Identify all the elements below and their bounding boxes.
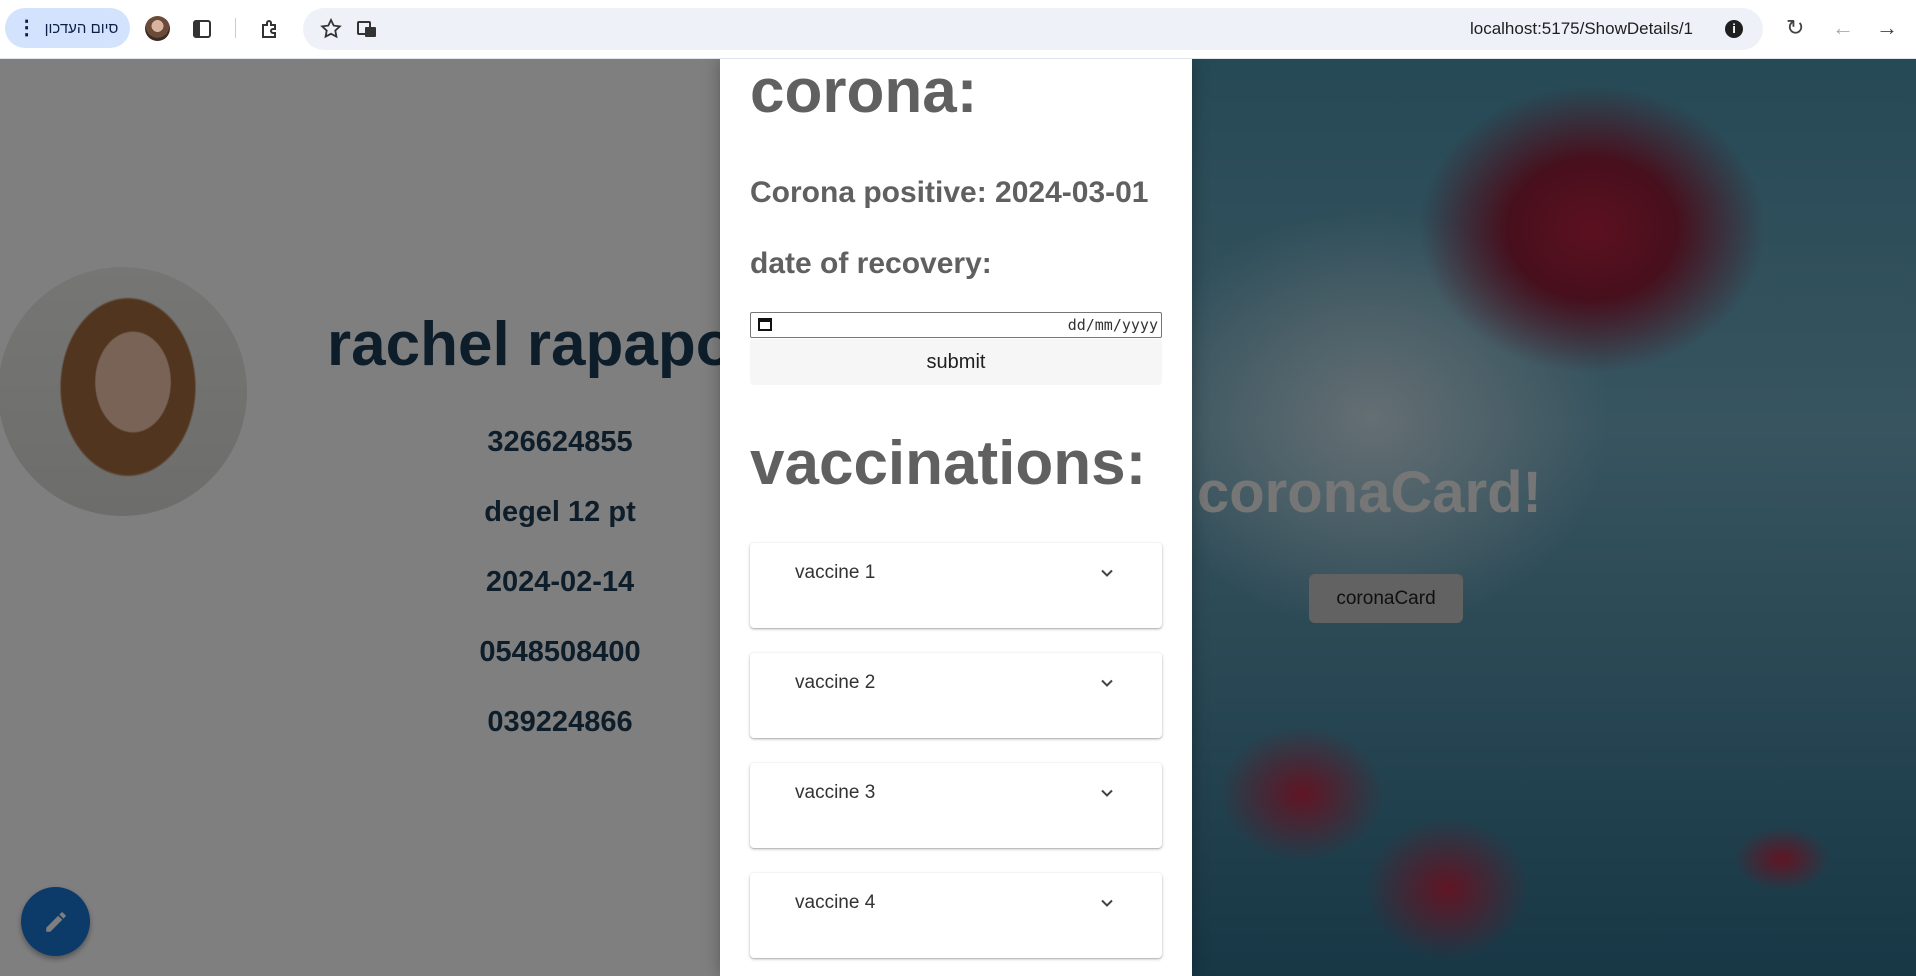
chevron-down-icon[interactable] [1100, 786, 1114, 800]
translate-icon[interactable] [355, 17, 379, 41]
toolbar-divider [235, 18, 236, 38]
bookmark-star-icon[interactable] [319, 17, 343, 41]
page-content: rachel rapapo 326624855 degel 12 pt 2024… [0, 59, 1916, 976]
profile-avatar-icon[interactable] [145, 16, 170, 41]
recovery-date-label: date of recovery: [750, 247, 992, 280]
chevron-down-icon[interactable] [1100, 676, 1114, 690]
corona-details-drawer: corona: Corona positive: 2024-03-01 date… [720, 59, 1192, 976]
vaccine-accordion-3[interactable]: vaccine 3 [750, 763, 1162, 848]
submit-button[interactable]: submit [750, 339, 1162, 385]
kebab-menu-icon: ⋮ [16, 17, 37, 39]
back-arrow-icon[interactable]: ← [1832, 16, 1854, 40]
update-button[interactable]: ⋮ סיום העדכון [5, 8, 130, 48]
browser-toolbar: ⋮ סיום העדכון localhost:5175/ShowDetails… [0, 0, 1916, 59]
recovery-date-input[interactable]: dd/mm/yyyy [750, 312, 1162, 338]
address-bar[interactable]: localhost:5175/ShowDetails/1 i [303, 8, 1763, 50]
site-info-icon[interactable]: i [1725, 20, 1743, 38]
calendar-icon[interactable] [758, 318, 772, 331]
chevron-down-icon[interactable] [1100, 896, 1114, 910]
vaccine-label: vaccine 2 [795, 672, 876, 693]
vaccine-accordion-1[interactable]: vaccine 1 [750, 543, 1162, 628]
date-placeholder: dd/mm/yyyy [1067, 316, 1158, 334]
corona-positive-text: Corona positive: 2024-03-01 [750, 176, 1149, 209]
reload-icon[interactable]: ↻ [1786, 16, 1804, 40]
update-button-label: סיום העדכון [44, 19, 119, 37]
url-text[interactable]: localhost:5175/ShowDetails/1 [1470, 8, 1693, 50]
vaccine-accordion-4[interactable]: vaccine 4 [750, 873, 1162, 958]
corona-heading: corona: [750, 59, 978, 126]
chevron-down-icon[interactable] [1100, 566, 1114, 580]
vaccine-label: vaccine 1 [795, 562, 876, 583]
extensions-puzzle-icon[interactable] [258, 17, 282, 41]
side-panel-icon[interactable] [190, 17, 214, 41]
forward-arrow-icon[interactable]: → [1876, 16, 1898, 40]
vaccine-label: vaccine 3 [795, 782, 876, 803]
vaccine-label: vaccine 4 [795, 892, 876, 913]
vaccine-accordion-2[interactable]: vaccine 2 [750, 653, 1162, 738]
vaccinations-heading: vaccinations: [750, 429, 1147, 498]
